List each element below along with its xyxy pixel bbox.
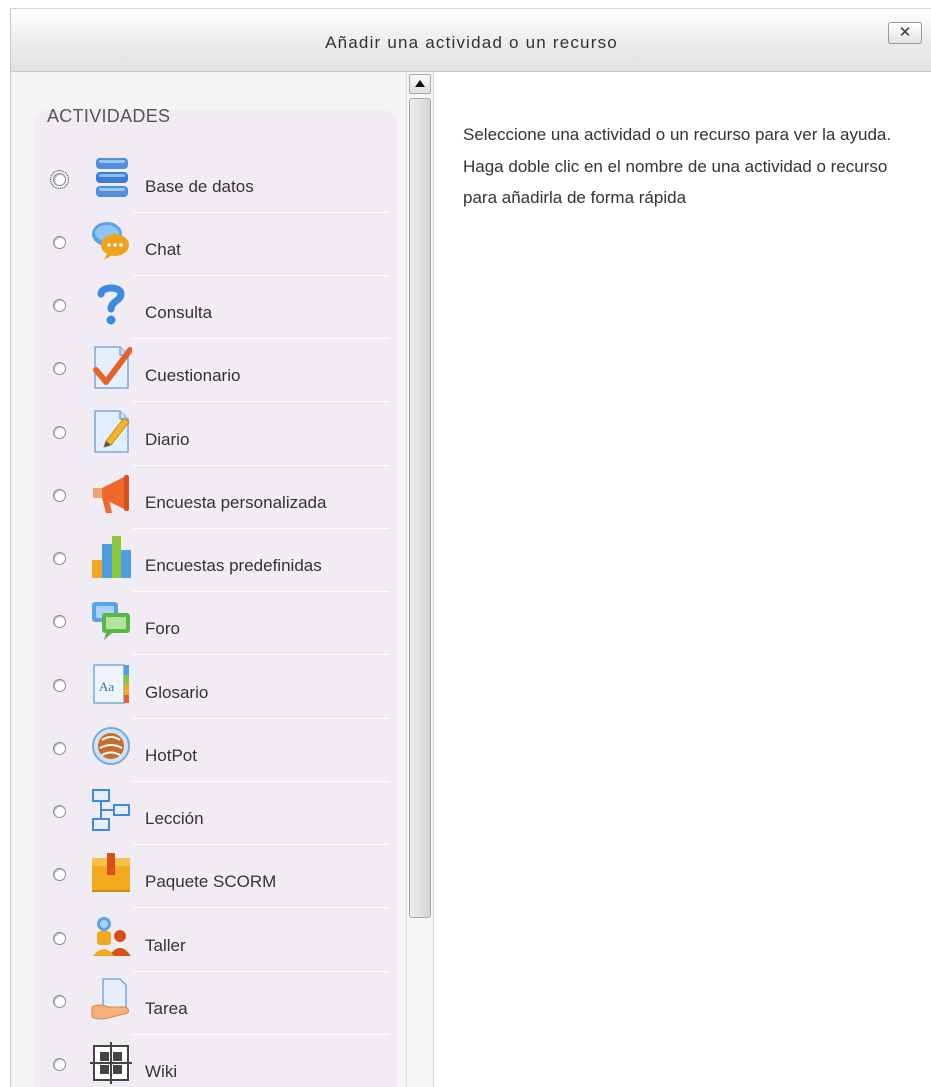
activity-radio[interactable] <box>53 362 66 375</box>
activity-label: Encuestas predefinidas <box>145 556 322 575</box>
activity-item-encuestas-predefinidas[interactable]: Encuestas predefinidas <box>33 529 397 592</box>
activity-radio[interactable] <box>53 932 66 945</box>
activity-label: Foro <box>145 619 180 638</box>
activity-radio[interactable] <box>53 868 66 881</box>
section-title: ACTIVIDADES <box>47 106 171 126</box>
close-button[interactable]: ✕ <box>888 22 922 44</box>
activity-item-chat[interactable]: Chat <box>33 213 397 276</box>
activity-label: Diario <box>145 430 190 449</box>
quiz-icon <box>93 346 132 389</box>
activity-radio[interactable] <box>53 426 66 439</box>
activity-label: Wiki <box>145 1062 178 1081</box>
activity-label: Consulta <box>145 303 213 322</box>
scroll-up-button[interactable] <box>409 74 431 94</box>
activity-radio[interactable] <box>53 1058 66 1071</box>
activity-radio[interactable] <box>53 489 66 502</box>
activity-radio[interactable] <box>53 805 66 818</box>
activity-item-foro[interactable]: Foro <box>33 592 397 655</box>
activity-item-diario[interactable]: Diario <box>33 403 397 466</box>
activity-item-glosario[interactable]: Aa Glosario <box>33 656 397 719</box>
activity-radio[interactable] <box>53 299 66 312</box>
list-scrollbar[interactable] <box>406 72 433 1087</box>
activity-label: HotPot <box>145 746 197 765</box>
activity-radio[interactable] <box>50 170 69 189</box>
activity-item-taller[interactable]: Taller <box>33 909 397 972</box>
activity-radio[interactable] <box>53 615 66 628</box>
item-divider <box>133 907 389 908</box>
activity-item-wiki[interactable]: Wiki <box>33 1035 397 1087</box>
svg-text:Aa: Aa <box>99 679 114 694</box>
item-divider <box>133 654 389 655</box>
activity-item-encuesta-personalizada[interactable]: Encuesta personalizada <box>33 466 397 529</box>
arrow-up-icon <box>415 80 425 87</box>
activity-label: Lección <box>145 809 204 828</box>
activity-label: Paquete SCORM <box>145 872 277 891</box>
database-icon <box>96 158 128 197</box>
activity-item-hotpot[interactable]: HotPot <box>33 719 397 782</box>
activity-list-pane: ACTIVIDADES Base de datos Chat Consulta … <box>11 72 434 1087</box>
chat-icon <box>92 222 129 260</box>
activity-item-consulta[interactable]: Consulta <box>33 276 397 339</box>
journal-icon <box>94 410 130 453</box>
question-icon <box>97 284 125 325</box>
dialog-title: Añadir una actividad o un recurso <box>325 33 618 52</box>
activity-label: Glosario <box>145 683 209 702</box>
workshop-icon <box>93 917 131 956</box>
activity-label: Chat <box>145 240 181 259</box>
bar-chart-icon <box>92 536 131 578</box>
activity-radio[interactable] <box>53 552 66 565</box>
assignment-icon <box>91 978 129 1020</box>
activity-radio[interactable] <box>53 679 66 692</box>
activity-radio[interactable] <box>53 236 66 249</box>
help-text: Seleccione una actividad o un recurso pa… <box>463 125 892 207</box>
scrollbar-thumb[interactable] <box>409 98 431 918</box>
activity-label: Taller <box>145 936 186 955</box>
dialog-titlebar: Añadir una actividad o un recurso ✕ <box>11 9 931 72</box>
package-icon <box>92 853 130 892</box>
activity-radio[interactable] <box>53 742 66 755</box>
activity-item-cuestionario[interactable]: Cuestionario <box>33 339 397 402</box>
activity-item-leccion[interactable]: Lección <box>33 782 397 845</box>
wiki-icon <box>90 1042 132 1084</box>
activity-radio[interactable] <box>53 995 66 1008</box>
item-divider <box>133 401 389 402</box>
hotpot-icon <box>92 727 130 765</box>
activity-label: Base de datos <box>145 177 254 196</box>
activity-item-base-de-datos[interactable]: Base de datos <box>33 150 397 213</box>
activity-label: Tarea <box>145 999 188 1018</box>
forum-icon <box>92 602 130 640</box>
activity-label: Cuestionario <box>145 366 241 385</box>
activity-label: Encuesta personalizada <box>145 493 327 512</box>
megaphone-icon <box>93 475 129 513</box>
activity-item-paquete-scorm[interactable]: Paquete SCORM <box>33 845 397 908</box>
glossary-icon: Aa <box>93 664 129 704</box>
add-activity-dialog: Añadir una actividad o un recurso ✕ ACTI… <box>10 8 931 1087</box>
close-icon: ✕ <box>898 24 912 41</box>
lesson-icon <box>92 789 130 831</box>
activity-item-tarea[interactable]: Tarea <box>33 972 397 1035</box>
